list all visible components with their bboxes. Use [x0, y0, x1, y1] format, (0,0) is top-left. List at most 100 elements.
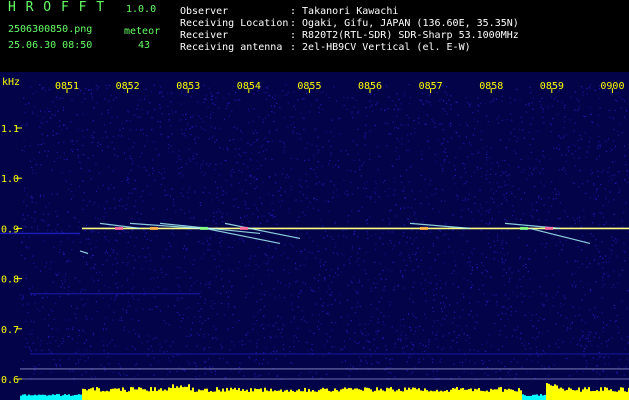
noise-speck — [62, 124, 65, 126]
noise-speck — [331, 329, 333, 331]
noise-speck — [72, 143, 74, 145]
noise-speck — [221, 216, 223, 218]
noise-speck — [605, 255, 607, 257]
noise-speck — [512, 291, 514, 293]
noise-speck — [627, 342, 629, 344]
noise-speck — [260, 293, 262, 295]
noise-speck — [58, 132, 60, 134]
noise-speck — [165, 273, 167, 276]
noise-speck — [626, 358, 628, 360]
noise-speck — [391, 326, 393, 328]
noise-speck — [574, 223, 576, 225]
noise-speck — [432, 370, 434, 372]
noise-speck — [284, 146, 286, 148]
noise-speck — [260, 374, 262, 376]
noise-speck — [624, 155, 626, 157]
noise-speck — [547, 330, 549, 332]
noise-speck — [306, 186, 308, 188]
level-bar — [190, 390, 192, 400]
noise-speck — [139, 116, 141, 118]
noise-speck — [166, 208, 168, 210]
level-bar — [178, 387, 180, 400]
noise-speck — [463, 183, 465, 185]
noise-speck — [47, 135, 49, 137]
noise-speck — [193, 152, 195, 154]
noise-speck — [83, 331, 85, 333]
noise-speck — [39, 120, 41, 122]
spectrogram-view[interactable]: kHz 0851 0852 0853 0854 0855 0856 0857 0858 0859… — [0, 72, 629, 400]
noise-speck — [384, 180, 386, 182]
noise-speck — [524, 348, 526, 350]
noise-speck — [470, 175, 472, 177]
noise-speck — [306, 233, 308, 235]
noise-speck — [483, 361, 485, 363]
noise-speck — [365, 335, 367, 337]
noise-speck — [215, 96, 217, 98]
noise-speck — [169, 195, 171, 197]
noise-speck — [354, 340, 356, 343]
noise-speck — [173, 234, 175, 236]
noise-speck — [186, 233, 188, 235]
noise-speck — [614, 147, 616, 149]
noise-speck — [461, 361, 464, 364]
noise-speck — [166, 350, 168, 353]
noise-speck — [476, 267, 478, 269]
noise-speck — [529, 296, 531, 298]
noise-speck — [564, 121, 566, 123]
noise-speck — [91, 255, 93, 257]
noise-speck — [602, 370, 604, 372]
noise-speck — [413, 345, 415, 347]
noise-speck — [55, 96, 58, 98]
noise-speck — [499, 330, 501, 332]
noise-speck — [80, 167, 82, 169]
noise-speck — [302, 194, 305, 196]
noise-speck — [110, 184, 112, 186]
noise-speck — [384, 369, 386, 371]
noise-speck — [410, 356, 412, 358]
noise-speck — [452, 340, 454, 342]
noise-speck — [309, 201, 311, 204]
level-bar — [320, 389, 322, 400]
noise-speck — [323, 183, 325, 185]
noise-speck — [282, 167, 285, 169]
noise-speck — [162, 255, 164, 257]
noise-speck — [40, 270, 42, 272]
level-bar — [226, 387, 228, 400]
noise-speck — [238, 371, 240, 373]
noise-speck — [249, 175, 251, 177]
noise-speck — [201, 323, 203, 325]
noise-speck — [480, 167, 482, 169]
noise-speck — [375, 187, 377, 189]
noise-speck — [291, 304, 293, 306]
noise-speck — [336, 100, 338, 102]
noise-speck — [293, 335, 296, 337]
noise-speck — [457, 325, 459, 327]
level-bar — [488, 391, 490, 400]
noise-speck — [524, 340, 526, 342]
level-bar — [598, 391, 600, 400]
noise-speck — [290, 185, 292, 187]
noise-speck — [71, 140, 73, 142]
noise-speck — [425, 317, 427, 319]
noise-speck — [282, 343, 284, 346]
noise-speck — [541, 303, 543, 305]
level-bar — [626, 391, 628, 400]
info-label-antenna: Receiving antenna — [180, 42, 283, 53]
noise-speck — [545, 295, 548, 297]
noise-speck — [401, 143, 403, 145]
noise-speck — [587, 337, 589, 339]
noise-speck — [478, 288, 480, 291]
noise-speck — [125, 158, 127, 160]
noise-speck — [508, 281, 510, 283]
noise-speck — [424, 292, 427, 294]
noise-speck — [40, 110, 42, 112]
noise-speck — [107, 252, 109, 254]
level-bar — [548, 383, 550, 400]
noise-speck — [146, 341, 149, 343]
noise-speck — [90, 345, 92, 347]
noise-speck — [110, 298, 112, 300]
noise-speck — [31, 329, 33, 331]
noise-speck — [138, 334, 140, 336]
noise-speck — [24, 145, 26, 148]
noise-speck — [165, 340, 167, 342]
